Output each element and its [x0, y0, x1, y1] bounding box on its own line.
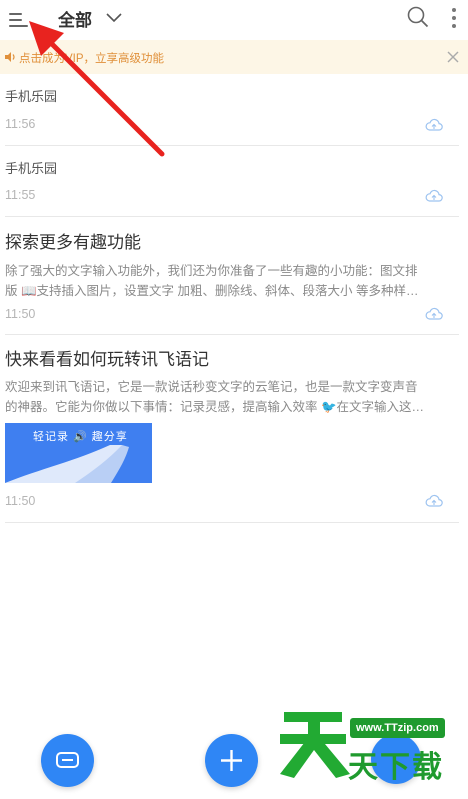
keyboard-voice-icon — [56, 752, 79, 768]
chevron-down-icon — [106, 13, 122, 23]
cloud-upload-icon[interactable] — [425, 189, 443, 203]
more-vertical-icon[interactable] — [448, 6, 460, 32]
note-preview-line: 欢迎来到讯飞语记，它是一款说话秒变文字的云笔记，也是一款文字变声音 — [5, 380, 418, 394]
note-item[interactable]: 手机乐园 11:55 — [5, 146, 459, 217]
speaker-icon — [5, 52, 15, 62]
vip-notice-banner[interactable]: 点击成为VIP，立享高级功能 — [0, 40, 468, 74]
note-preview-line: 的神器。它能为你做以下事情：记录灵感，提高输入效率 🐦在文字输入这… — [5, 400, 425, 414]
plus-icon — [221, 750, 242, 771]
note-time: 11:55 — [5, 188, 36, 202]
note-title: 快来看看如何玩转讯飞语记 — [5, 350, 209, 369]
notice-text: 点击成为VIP，立享高级功能 — [19, 53, 165, 65]
add-note-button[interactable] — [205, 734, 258, 787]
note-item[interactable]: 手机乐园 11:56 — [5, 74, 459, 146]
note-time: 11:50 — [5, 494, 36, 508]
folder-title: 全部 — [58, 10, 92, 30]
note-preview: 欢迎来到讯飞语记，它是一款说话秒变文字的云笔记，也是一款文字变声音 的神器。它能… — [5, 377, 453, 417]
note-title: 手机乐园 — [5, 89, 58, 104]
menu-icon[interactable] — [6, 6, 32, 32]
note-item[interactable]: 快来看看如何玩转讯飞语记 欢迎来到讯飞语记，它是一款说话秒变文字的云笔记，也是一… — [5, 335, 459, 523]
cloud-upload-icon[interactable] — [425, 118, 443, 132]
cloud-upload-icon[interactable] — [425, 307, 443, 321]
search-icon[interactable] — [406, 5, 430, 29]
voice-input-button[interactable] — [41, 734, 94, 787]
note-preview: 除了强大的文字输入功能外，我们还为你准备了一些有趣的小功能：图文排 版 📖支持插… — [5, 261, 453, 301]
note-time: 11:56 — [5, 117, 36, 131]
watermark-text: 天下载 — [348, 751, 444, 784]
note-thumbnail: 轻记录 🔊 趣分享 — [5, 423, 152, 483]
note-preview-line: 除了强大的文字输入功能外，我们还为你准备了一些有趣的小功能：图文排 — [5, 264, 418, 278]
note-title: 手机乐园 — [5, 161, 58, 176]
note-preview-line: 版 📖支持插入图片，设置文字 加粗、删除线、斜体、段落大小 等多种样… — [5, 284, 419, 298]
watermark-url: www.TTzip.com — [350, 718, 445, 738]
note-title: 探索更多有趣功能 — [5, 233, 141, 252]
folder-selector[interactable]: 全部 — [58, 5, 122, 31]
note-item[interactable]: 探索更多有趣功能 除了强大的文字输入功能外，我们还为你准备了一些有趣的小功能：图… — [5, 217, 459, 335]
thumbnail-text: 轻记录 🔊 趣分享 — [33, 431, 128, 443]
top-bar: 全部 — [0, 0, 468, 40]
watermark-logo — [280, 712, 350, 778]
watermark: www.TTzip.com 天下载 — [278, 708, 468, 799]
cloud-upload-icon[interactable] — [425, 494, 443, 508]
close-icon[interactable] — [445, 49, 461, 65]
note-time: 11:50 — [5, 307, 36, 321]
